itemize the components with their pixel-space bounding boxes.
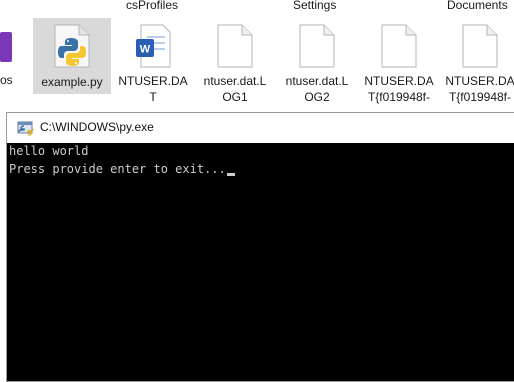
console-line-text: Press provide enter to exit... [9, 162, 226, 176]
python-file-icon [54, 24, 90, 68]
file-item-ntuser-log2[interactable]: ntuser.dat.L OG2 [278, 18, 356, 104]
file-item-ntuser-dat[interactable]: W NTUSER.DA T [114, 18, 192, 104]
blank-file-icon [462, 24, 498, 68]
file-item-ntuser-guid-2[interactable]: NTUSER.DA T{f019948f- [441, 18, 514, 104]
file-label: NTUSER.DA T{f019948f- [445, 74, 514, 104]
console-window[interactable]: C:\WINDOWS\py.exe hello world Press prov… [6, 112, 514, 382]
blank-file-icon [217, 24, 253, 68]
console-prompt-line: Press provide enter to exit... [9, 161, 235, 178]
console-title: C:\WINDOWS\py.exe [40, 120, 154, 134]
console-titlebar[interactable]: C:\WINDOWS\py.exe [7, 113, 514, 144]
file-label: NTUSER.DA T [118, 74, 188, 104]
partial-app-icon[interactable] [0, 32, 12, 62]
file-label: example.py [41, 75, 103, 89]
file-label: NTUSER.DA T{f019948f- [364, 74, 434, 104]
console-line: hello world [9, 144, 89, 158]
blank-file-icon [381, 24, 417, 68]
blank-file-icon [299, 24, 335, 68]
console-output[interactable]: hello world Press provide enter to exit.… [7, 143, 514, 381]
file-item-ntuser-log1[interactable]: ntuser.dat.L OG1 [196, 18, 274, 104]
file-item-ntuser-guid-1[interactable]: NTUSER.DA T{f019948f- [360, 18, 438, 104]
file-label: ntuser.dat.L OG1 [203, 74, 267, 104]
folder-label-settings[interactable]: Settings [293, 0, 336, 12]
svg-text:W: W [140, 44, 151, 56]
text-cursor [226, 173, 235, 176]
file-label: ntuser.dat.L OG2 [285, 74, 349, 104]
partial-file-label: os [0, 73, 13, 87]
folder-label-csprofiles[interactable]: csProfiles [126, 0, 178, 12]
folder-label-documents[interactable]: Documents [447, 0, 508, 12]
python-launcher-icon [17, 121, 34, 136]
file-item-example-py[interactable]: example.py [33, 18, 111, 94]
word-document-icon: W [136, 24, 171, 68]
